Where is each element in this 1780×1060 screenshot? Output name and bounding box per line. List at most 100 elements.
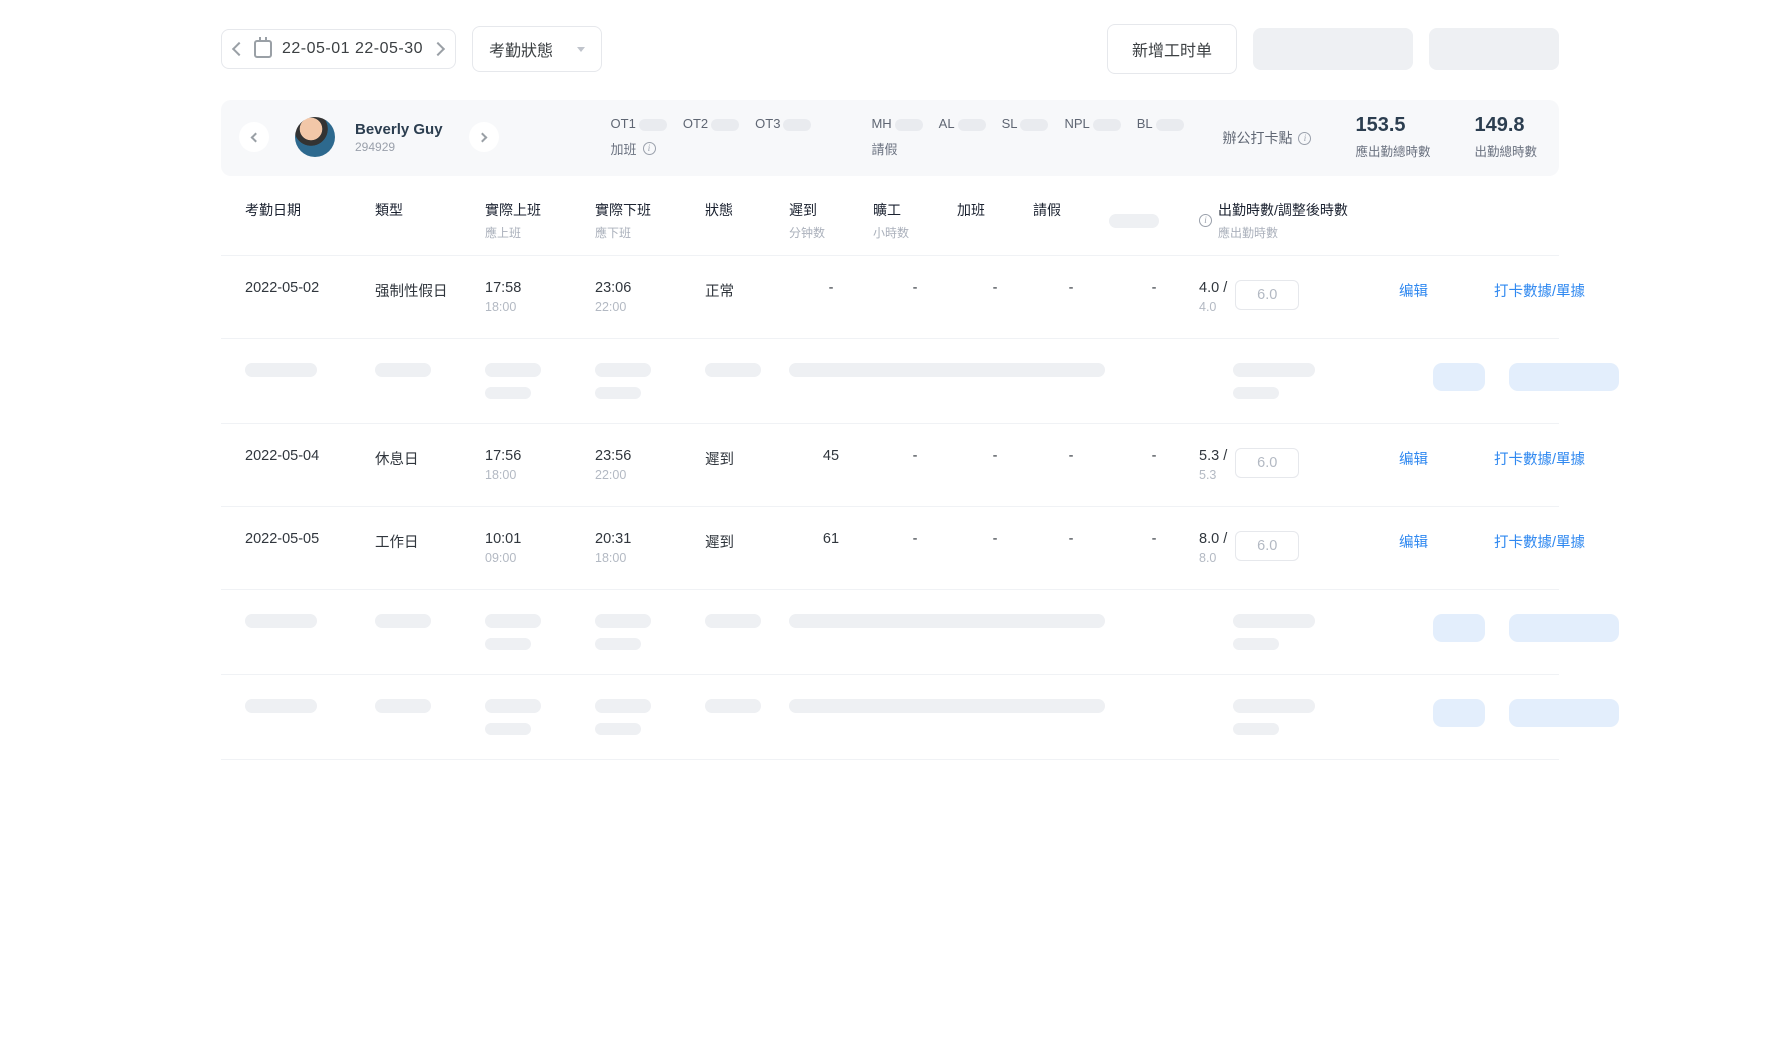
attendance-status-select[interactable]: 考勤狀態: [472, 26, 602, 72]
info-icon[interactable]: i: [1298, 132, 1311, 145]
ot2-label: OT2: [683, 116, 708, 131]
sl-label: SL: [1002, 116, 1018, 131]
adjusted-hours-input[interactable]: 6.0: [1235, 448, 1299, 478]
date-range-picker[interactable]: 22-05-01 22-05-30: [221, 29, 456, 69]
cell-status: 正常: [705, 280, 789, 301]
edit-link[interactable]: 编辑: [1399, 535, 1428, 551]
toolbar: 22-05-01 22-05-30 考勤狀態 新增工时单: [221, 24, 1559, 74]
cell-actual-in: 17:5618:00: [485, 448, 595, 482]
calendar-icon: [254, 40, 272, 58]
col-absent-sub: 小時数: [873, 224, 957, 241]
cell-actual-in: 10:0109:00: [485, 531, 595, 565]
bl-label: BL: [1137, 116, 1153, 131]
overtime-group: OT1 OT2 OT3 加班 i: [611, 116, 812, 158]
date-range-text: 22-05-01 22-05-30: [282, 40, 423, 58]
toolbar-placeholder: [1253, 28, 1413, 70]
ot3-label: OT3: [755, 116, 780, 131]
edit-placeholder: [1433, 614, 1485, 642]
edit-link[interactable]: 编辑: [1399, 284, 1428, 300]
npl-pill: [1093, 119, 1121, 131]
avatar: [295, 117, 335, 157]
add-timesheet-button[interactable]: 新增工时单: [1107, 24, 1237, 74]
col-status: 狀態: [705, 202, 733, 218]
col-placeholder: [1109, 200, 1199, 241]
chevron-right-icon[interactable]: [431, 42, 445, 56]
cell-absent: -: [873, 280, 957, 296]
edit-placeholder: [1433, 699, 1485, 727]
details-placeholder: [1509, 699, 1619, 727]
col-overtime: 加班: [957, 202, 985, 218]
metric-actual-value: 149.8: [1474, 114, 1537, 137]
metric-required-label: 應出勤總時數: [1355, 141, 1430, 160]
col-late: 遲到: [789, 202, 817, 218]
info-icon[interactable]: i: [643, 142, 656, 155]
cell-overtime: -: [957, 280, 1033, 296]
chevron-left-icon: [250, 132, 260, 142]
cell-leave: -: [1033, 448, 1109, 464]
person-info: Beverly Guy 294929: [355, 121, 443, 154]
cell-absent: -: [873, 448, 957, 464]
details-link[interactable]: 打卡數據/單據: [1494, 448, 1585, 469]
next-person-button[interactable]: [469, 122, 499, 152]
col-actual-in: 實際上班: [485, 202, 541, 218]
cell-extra: -: [1109, 280, 1199, 296]
sl-pill: [1020, 119, 1048, 131]
cell-extra: -: [1109, 531, 1199, 547]
cell-hours: 8.0 / 8.0 6.0: [1199, 531, 1399, 565]
cell-actual-in: 17:5818:00: [485, 280, 595, 314]
cell-status: 遲到: [705, 448, 789, 469]
adjusted-hours-input[interactable]: 6.0: [1235, 280, 1299, 310]
adjusted-hours-input[interactable]: 6.0: [1235, 531, 1299, 561]
cell-late: -: [789, 280, 873, 296]
cell-type: 休息日: [375, 448, 485, 469]
table-header: 考勤日期 類型 實際上班應上班 實際下班應下班 狀態 遲到分钟数 曠工小時数 加…: [221, 176, 1559, 256]
leave-group: MH AL SL NPL BL 請假: [871, 116, 1183, 158]
bl-pill: [1156, 119, 1184, 131]
info-icon[interactable]: i: [1199, 214, 1212, 227]
ot3-pill: [783, 119, 811, 131]
cell-overtime: -: [957, 448, 1033, 464]
cell-leave: -: [1033, 531, 1109, 547]
cell-actual-out: 23:0622:00: [595, 280, 705, 314]
col-date: 考勤日期: [245, 202, 301, 218]
npl-label: NPL: [1064, 116, 1089, 131]
cell-type: 工作日: [375, 531, 485, 552]
table-row-skeleton: [221, 590, 1559, 675]
chevron-right-icon: [478, 132, 488, 142]
col-leave: 請假: [1033, 202, 1061, 218]
prev-person-button[interactable]: [239, 122, 269, 152]
col-actual-out: 實際下班: [595, 202, 651, 218]
col-hours-sub: 應出勤時數: [1218, 224, 1348, 241]
col-actual-out-sub: 應下班: [595, 224, 705, 241]
cell-extra: -: [1109, 448, 1199, 464]
mh-label: MH: [871, 116, 891, 131]
metric-actual-label: 出勤總時數: [1474, 141, 1537, 160]
chevron-down-icon: [577, 47, 585, 52]
ot1-label: OT1: [611, 116, 636, 131]
table-body: 2022-05-02 强制性假日 17:5818:00 23:0622:00 正…: [221, 256, 1559, 760]
details-link[interactable]: 打卡數據/單據: [1494, 531, 1585, 552]
col-absent: 曠工: [873, 202, 901, 218]
ot2-pill: [711, 119, 739, 131]
cell-absent: -: [873, 531, 957, 547]
cell-late: 61: [789, 531, 873, 547]
cell-actual-out: 23:5622:00: [595, 448, 705, 482]
cell-date: 2022-05-02: [245, 280, 375, 296]
metric-required: 153.5 應出勤總時數: [1355, 114, 1430, 160]
status-select-label: 考勤狀態: [489, 37, 553, 61]
edit-placeholder: [1433, 363, 1485, 391]
cell-status: 遲到: [705, 531, 789, 552]
details-link[interactable]: 打卡數據/單據: [1494, 280, 1585, 301]
ot1-pill: [639, 119, 667, 131]
table-row: 2022-05-02 强制性假日 17:5818:00 23:0622:00 正…: [221, 256, 1559, 339]
mh-pill: [895, 119, 923, 131]
overtime-label: 加班: [611, 139, 637, 158]
cell-type: 强制性假日: [375, 280, 485, 301]
cell-date: 2022-05-05: [245, 531, 375, 547]
col-actual-in-sub: 應上班: [485, 224, 595, 241]
chevron-left-icon[interactable]: [232, 42, 246, 56]
edit-link[interactable]: 编辑: [1399, 452, 1428, 468]
cell-hours: 4.0 / 4.0 6.0: [1199, 280, 1399, 314]
details-placeholder: [1509, 363, 1619, 391]
cell-actual-out: 20:3118:00: [595, 531, 705, 565]
